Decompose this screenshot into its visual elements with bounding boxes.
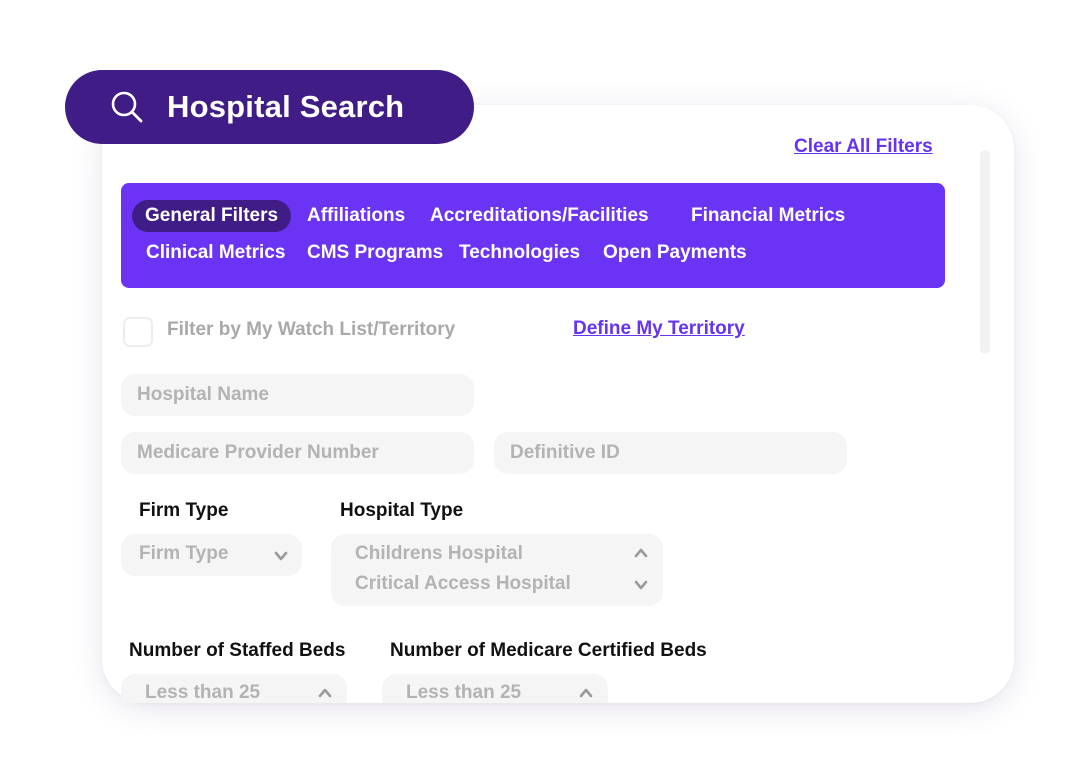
search-icon [111, 91, 143, 123]
tab-financial-metrics[interactable]: Financial Metrics [691, 200, 845, 232]
hospital-type-option[interactable]: Critical Access Hospital [355, 573, 571, 595]
chevron-up-icon[interactable] [318, 686, 332, 700]
watchlist-label: Filter by My Watch List/Territory [167, 319, 456, 340]
firm-type-placeholder: Firm Type [139, 543, 229, 564]
scrollbar[interactable] [980, 150, 990, 354]
chevron-down-icon [274, 551, 288, 561]
page-title: Hospital Search [167, 89, 405, 124]
chevron-up-icon[interactable] [579, 686, 593, 700]
tab-affiliations[interactable]: Affiliations [307, 200, 405, 232]
hospital-type-option[interactable]: Childrens Hospital [355, 543, 523, 565]
firm-type-label: Firm Type [139, 500, 229, 521]
tab-general-filters[interactable]: General Filters [132, 200, 292, 232]
tab-open-payments[interactable]: Open Payments [603, 237, 747, 269]
definitive-id-input[interactable]: Definitive ID [494, 432, 847, 474]
staffed-beds-value: Less than 25 [145, 682, 261, 703]
tab-cms-programs[interactable]: CMS Programs [307, 237, 443, 269]
definitive-id-placeholder: Definitive ID [510, 442, 620, 463]
define-territory-link[interactable]: Define My Territory [573, 318, 745, 340]
clear-all-filters-link[interactable]: Clear All Filters [794, 136, 933, 158]
medicare-beds-select[interactable]: Less than 25 [382, 674, 608, 703]
staffed-beds-label: Number of Staffed Beds [129, 640, 346, 661]
hospital-name-input[interactable]: Hospital Name [121, 374, 474, 416]
tab-technologies[interactable]: Technologies [459, 237, 580, 269]
hospital-type-multiselect[interactable]: Childrens Hospital Critical Access Hospi… [331, 534, 663, 606]
firm-type-select[interactable]: Firm Type [121, 534, 302, 576]
chevron-down-icon[interactable] [634, 578, 648, 592]
watchlist-checkbox[interactable] [123, 317, 153, 347]
medicare-provider-placeholder: Medicare Provider Number [137, 442, 379, 463]
staffed-beds-select[interactable]: Less than 25 [121, 674, 347, 703]
chevron-up-icon[interactable] [634, 546, 648, 560]
medicare-beds-value: Less than 25 [406, 682, 522, 703]
hospital-type-label: Hospital Type [340, 500, 464, 521]
tab-clinical-metrics[interactable]: Clinical Metrics [146, 237, 285, 269]
tab-accreditations-facilities[interactable]: Accreditations/Facilities [430, 200, 649, 232]
medicare-beds-label: Number of Medicare Certified Beds [390, 640, 707, 661]
hospital-name-placeholder: Hospital Name [137, 384, 269, 405]
filter-tabs: General Filters Affiliations Accreditati… [121, 183, 945, 288]
medicare-provider-number-input[interactable]: Medicare Provider Number [121, 432, 474, 474]
search-header: Hospital Search [65, 70, 474, 144]
